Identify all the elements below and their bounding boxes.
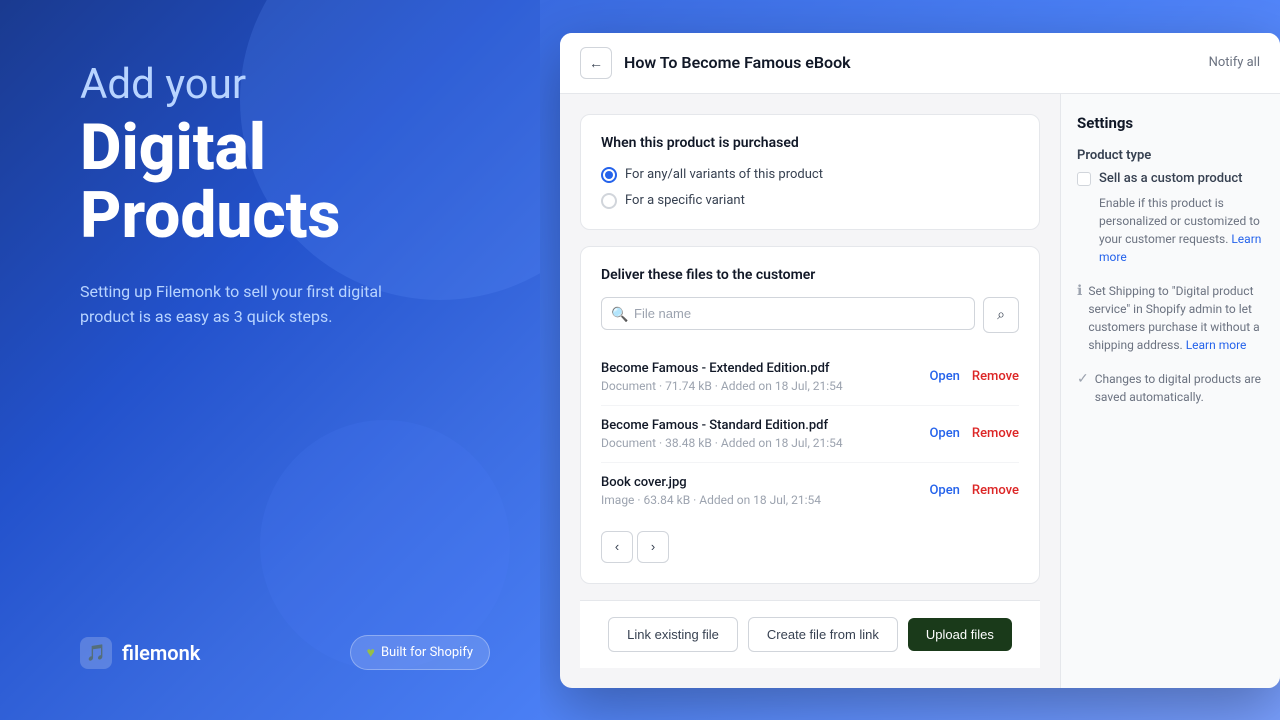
logo-text: filemonk — [122, 641, 200, 665]
radio-group: For any/all variants of this product For… — [601, 167, 1019, 209]
file-meta-3: Image · 63.84 kB · Added on 18 Jul, 21:5… — [601, 493, 821, 507]
shopify-badge-text: Built for Shopify — [381, 645, 473, 660]
radio-circle-all-variants — [601, 167, 617, 183]
file-remove-button-3[interactable]: Remove — [972, 483, 1019, 498]
file-actions-1: Open Remove — [929, 369, 1019, 384]
when-purchased-card: When this product is purchased For any/a… — [580, 114, 1040, 230]
shipping-info-block: ℹ Set Shipping to "Digital product servi… — [1077, 282, 1264, 354]
create-file-from-link-button[interactable]: Create file from link — [748, 617, 898, 652]
subtitle: Setting up Filemonk to sell your first d… — [80, 279, 440, 330]
deliver-files-card: Deliver these files to the customer 🔍 ⌕ — [580, 246, 1040, 584]
file-meta-1: Document · 71.74 kB · Added on 18 Jul, 2… — [601, 379, 843, 393]
app-header-left: ← How To Become Famous eBook — [580, 47, 851, 79]
file-open-button-2[interactable]: Open — [929, 426, 959, 441]
prev-page-button[interactable]: ‹ — [601, 531, 633, 563]
auto-save-block: ✓ Changes to digital products are saved … — [1077, 370, 1264, 406]
settings-title: Settings — [1077, 114, 1264, 132]
left-panel: Add your Digital Products Setting up Fil… — [0, 0, 540, 720]
bottom-bar: 🎵 filemonk ♥ Built for Shopify — [80, 635, 490, 670]
auto-save-text: Changes to digital products are saved au… — [1095, 370, 1264, 406]
search-btn-icon: ⌕ — [997, 306, 1005, 323]
custom-product-checkbox[interactable] — [1077, 172, 1091, 186]
info-icon: ℹ — [1077, 283, 1082, 299]
search-icon: 🔍 — [611, 307, 628, 323]
file-open-button-1[interactable]: Open — [929, 369, 959, 384]
file-info-1: Become Famous - Extended Edition.pdf Doc… — [601, 361, 843, 393]
back-icon: ← — [589, 55, 603, 71]
table-row: Become Famous - Standard Edition.pdf Doc… — [601, 406, 1019, 463]
main-content: When this product is purchased For any/a… — [560, 94, 1060, 688]
headline-bold: Digital Products — [80, 114, 490, 248]
settings-product-type-section: Product type Sell as a custom product En… — [1077, 148, 1264, 266]
file-name-3: Book cover.jpg — [601, 475, 821, 490]
app-window: ← How To Become Famous eBook Notify all … — [560, 33, 1280, 688]
shopify-badge: ♥ Built for Shopify — [350, 635, 490, 670]
learn-more-link-2[interactable]: Learn more — [1186, 338, 1247, 352]
radio-item-all-variants[interactable]: For any/all variants of this product — [601, 167, 1019, 183]
radio-label-specific-variant: For a specific variant — [625, 193, 745, 208]
settings-sidebar: Settings Product type Sell as a custom p… — [1060, 94, 1280, 688]
file-meta-2: Document · 38.48 kB · Added on 18 Jul, 2… — [601, 436, 843, 450]
checkbox-row: Sell as a custom product — [1077, 171, 1264, 186]
app-title: How To Become Famous eBook — [624, 53, 851, 72]
headline-top: Add your — [80, 60, 490, 110]
headline: Add your Digital Products Setting up Fil… — [80, 60, 490, 330]
custom-product-desc: Enable if this product is personalized o… — [1099, 194, 1264, 266]
back-button[interactable]: ← — [580, 47, 612, 79]
radio-circle-specific-variant — [601, 193, 617, 209]
file-name-2: Become Famous - Standard Edition.pdf — [601, 418, 843, 433]
file-list: Become Famous - Extended Edition.pdf Doc… — [601, 349, 1019, 519]
custom-product-label: Sell as a custom product — [1099, 171, 1242, 186]
file-open-button-3[interactable]: Open — [929, 483, 959, 498]
app-body: When this product is purchased For any/a… — [560, 94, 1280, 688]
file-actions-2: Open Remove — [929, 426, 1019, 441]
shopify-heart-icon: ♥ — [367, 644, 375, 661]
notify-all-button[interactable]: Notify all — [1209, 55, 1260, 70]
table-row: Book cover.jpg Image · 63.84 kB · Added … — [601, 463, 1019, 519]
search-bar: 🔍 ⌕ — [601, 297, 1019, 333]
right-panel: ← How To Become Famous eBook Notify all … — [540, 0, 1280, 720]
file-info-3: Book cover.jpg Image · 63.84 kB · Added … — [601, 475, 821, 507]
shipping-info-text: Set Shipping to "Digital product service… — [1088, 282, 1264, 354]
search-input[interactable] — [601, 297, 975, 330]
logo-icon: 🎵 — [80, 637, 112, 669]
deliver-files-title: Deliver these files to the customer — [601, 267, 1019, 283]
bottom-actions: Link existing file Create file from link… — [580, 600, 1040, 668]
radio-item-specific-variant[interactable]: For a specific variant — [601, 193, 1019, 209]
when-purchased-title: When this product is purchased — [601, 135, 1019, 151]
search-input-wrap: 🔍 — [601, 297, 975, 333]
file-actions-3: Open Remove — [929, 483, 1019, 498]
file-remove-button-2[interactable]: Remove — [972, 426, 1019, 441]
table-row: Become Famous - Extended Edition.pdf Doc… — [601, 349, 1019, 406]
file-remove-button-1[interactable]: Remove — [972, 369, 1019, 384]
next-page-button[interactable]: › — [637, 531, 669, 563]
pagination: ‹ › — [601, 531, 1019, 563]
search-button[interactable]: ⌕ — [983, 297, 1019, 333]
check-circle-icon: ✓ — [1077, 371, 1089, 387]
link-existing-file-button[interactable]: Link existing file — [608, 617, 738, 652]
upload-files-button[interactable]: Upload files — [908, 618, 1012, 651]
learn-more-link-1[interactable]: Learn more — [1099, 232, 1261, 264]
file-name-1: Become Famous - Extended Edition.pdf — [601, 361, 843, 376]
app-header: ← How To Become Famous eBook Notify all — [560, 33, 1280, 94]
settings-product-type-label: Product type — [1077, 148, 1264, 163]
radio-label-all-variants: For any/all variants of this product — [625, 167, 823, 182]
file-info-2: Become Famous - Standard Edition.pdf Doc… — [601, 418, 843, 450]
logo: 🎵 filemonk — [80, 637, 200, 669]
